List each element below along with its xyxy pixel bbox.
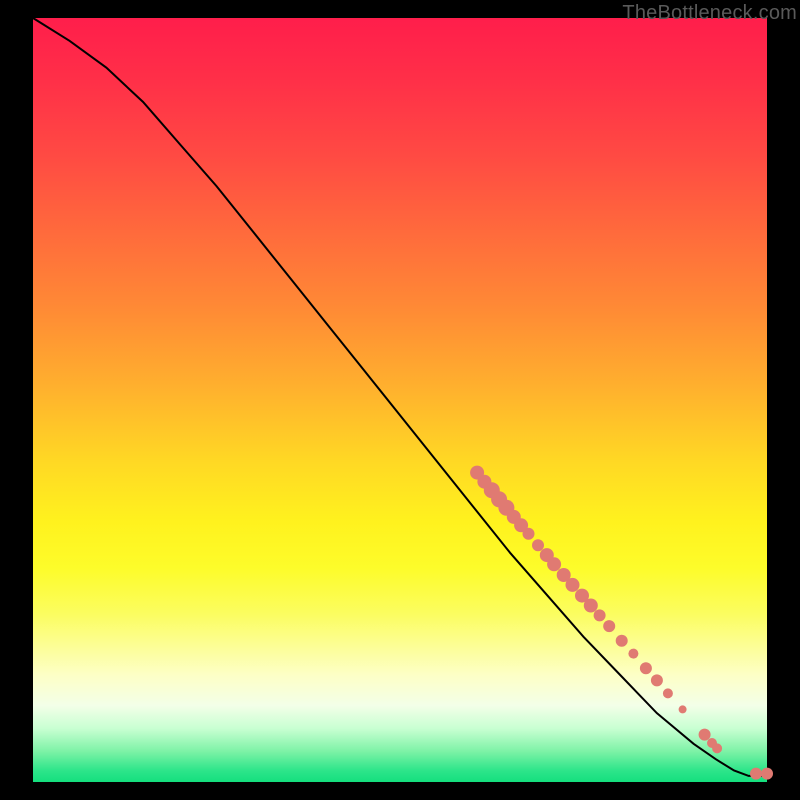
data-point	[547, 557, 561, 571]
chart-svg	[33, 18, 767, 782]
data-point	[603, 620, 615, 632]
chart-frame: TheBottleneck.com	[33, 18, 767, 782]
data-point	[628, 649, 638, 659]
data-point	[523, 528, 535, 540]
bottleneck-curve	[33, 18, 767, 776]
data-point	[640, 662, 652, 674]
data-point	[594, 609, 606, 621]
data-point	[761, 768, 773, 780]
data-point	[699, 729, 711, 741]
watermark-label: TheBottleneck.com	[622, 2, 797, 25]
data-point	[750, 768, 762, 780]
data-markers	[470, 466, 773, 780]
data-point	[663, 688, 673, 698]
data-point	[566, 578, 580, 592]
data-point	[532, 539, 544, 551]
data-point	[584, 599, 598, 613]
data-point	[651, 674, 663, 686]
data-point	[616, 635, 628, 647]
data-point	[679, 705, 687, 713]
data-point	[712, 743, 722, 753]
